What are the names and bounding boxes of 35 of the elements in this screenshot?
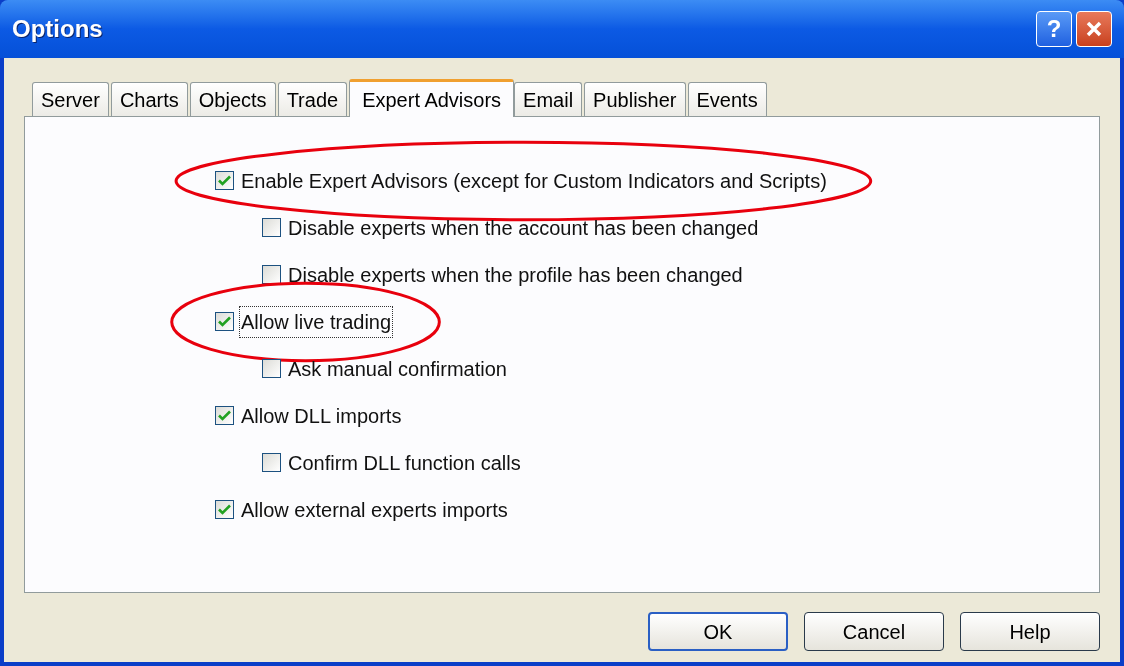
tab[interactable]: Charts [110, 82, 188, 116]
checkbox-label: Allow DLL imports [240, 403, 403, 429]
checkbox-label: Disable experts when the account has been changed [287, 215, 760, 241]
dialog-button[interactable]: Cancel [804, 612, 944, 651]
checkbox-label: Ask manual confirmation [287, 356, 508, 382]
tab[interactable]: Trade [277, 82, 348, 116]
check-icon [218, 504, 231, 515]
checkbox[interactable] [215, 312, 234, 331]
window-title: Options [12, 14, 103, 44]
checkbox-label: Confirm DLL function calls [287, 450, 522, 476]
checkbox-label: Allow live trading [240, 306, 393, 337]
check-icon [218, 316, 231, 327]
close-button[interactable] [1076, 11, 1112, 47]
help-button[interactable]: ? [1036, 11, 1072, 47]
check-icon [218, 410, 231, 421]
tab[interactable]: Server [32, 82, 109, 116]
checkbox[interactable] [215, 500, 234, 519]
checkbox[interactable] [262, 359, 281, 378]
checkbox-label: Disable experts when the profile has been changed [287, 262, 744, 288]
checkbox[interactable] [262, 453, 281, 472]
check-icon [218, 175, 231, 186]
close-icon [1085, 20, 1103, 38]
checkbox[interactable] [215, 171, 234, 190]
tab[interactable]: Publisher [584, 82, 686, 116]
dialog-button[interactable]: OK [648, 612, 788, 651]
tab[interactable]: Expert Advisors [349, 79, 515, 117]
checkbox[interactable] [215, 406, 234, 425]
checkbox-label: Enable Expert Advisors (except for Custom Indicators and Scripts) [240, 168, 828, 194]
checkbox[interactable] [262, 265, 281, 284]
tab[interactable]: Email [514, 82, 583, 116]
checkbox[interactable] [262, 218, 281, 237]
checkbox-label: Allow external experts imports [240, 497, 509, 523]
dialog-button[interactable]: Help [960, 612, 1100, 651]
tab[interactable]: Events [687, 82, 767, 116]
tab[interactable]: Objects [189, 82, 276, 116]
